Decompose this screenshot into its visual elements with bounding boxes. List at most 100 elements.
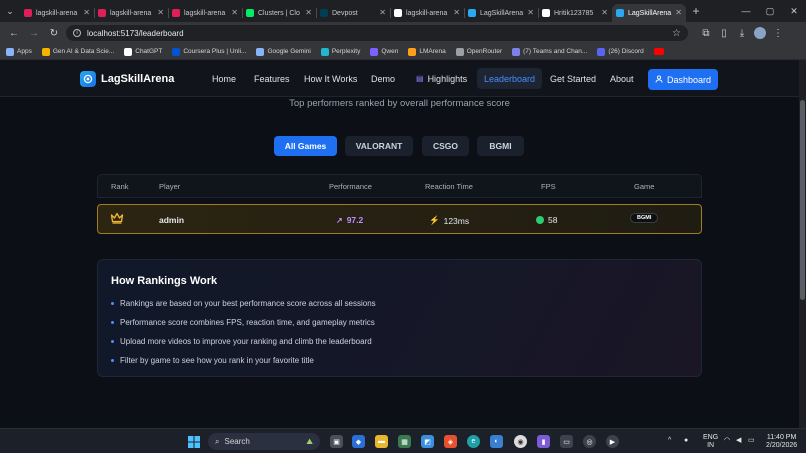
browser-tab[interactable]: LagSkillArena ✕ xyxy=(612,4,686,22)
app-icon xyxy=(616,9,624,17)
site-info-icon[interactable]: i xyxy=(73,29,81,37)
browser-tab[interactable]: lagskill-arena ✕ xyxy=(390,4,464,22)
extensions-icon[interactable]: ⧉ xyxy=(698,25,714,41)
nav-about[interactable]: About xyxy=(604,68,640,89)
maximize-icon[interactable]: ▢ xyxy=(758,6,782,17)
nav-demo[interactable]: Demo xyxy=(365,68,401,89)
close-tab-icon[interactable]: ✕ xyxy=(305,8,312,17)
bookmark-item[interactable]: OpenRouter xyxy=(455,47,502,56)
app-icon[interactable]: ◎ xyxy=(583,435,596,448)
bookmark-item[interactable]: Apps xyxy=(6,47,32,56)
taskbar-search[interactable]: ⌕ Search ⛰ xyxy=(208,433,320,450)
list-item: Filter by game to see how you rank in yo… xyxy=(111,351,376,370)
store-icon[interactable]: ▦ xyxy=(398,435,411,448)
fps-status-icon xyxy=(536,216,544,224)
filter-all-games[interactable]: All Games xyxy=(274,136,337,156)
nav-leaderboard[interactable]: Leaderboard xyxy=(477,68,543,89)
slack-icon xyxy=(24,9,32,17)
browser-tab[interactable]: Hritik123785 ✕ xyxy=(538,4,612,22)
tab-search-chevron-icon[interactable]: ⌄ xyxy=(0,0,20,22)
youtube-icon[interactable] xyxy=(653,48,664,55)
bookmark-item[interactable]: Perplexity xyxy=(320,47,360,56)
language-indicator[interactable]: ENG IN xyxy=(703,434,718,450)
sidebar-icon[interactable]: ▯ xyxy=(716,25,732,41)
brave-icon[interactable]: ◈ xyxy=(444,435,457,448)
media-player-icon[interactable]: ▶ xyxy=(606,435,619,448)
bookmark-item[interactable]: ChatGPT xyxy=(124,47,162,56)
edge-icon[interactable]: e xyxy=(467,435,480,448)
bookmark-star-icon[interactable]: ☆ xyxy=(672,28,681,39)
nav-features[interactable]: Features xyxy=(248,68,296,89)
close-tab-icon[interactable]: ✕ xyxy=(157,8,164,17)
table-row[interactable]: admin ↗ 97.2 ⚡ 123ms 58 BGMI xyxy=(97,204,702,234)
mic-icon[interactable]: ● xyxy=(684,437,688,445)
date: 2/20/2026 xyxy=(766,442,798,449)
site-logo[interactable]: LagSkillArena xyxy=(80,71,174,87)
close-tab-icon[interactable]: ✕ xyxy=(83,8,90,17)
tab-label: lagskill-arena xyxy=(406,9,448,17)
browser-tab[interactable]: Clusters | Clo ✕ xyxy=(242,4,316,22)
tray-chevron-icon[interactable]: ^ xyxy=(668,437,671,445)
browser-tab-strip: ⌄ lagskill-arena ✕ lagskill-arena ✕ lagskill… xyxy=(0,0,806,22)
close-tab-icon[interactable]: ✕ xyxy=(453,8,460,17)
vscode-icon[interactable]: ◆ xyxy=(352,435,365,448)
dashboard-button[interactable]: Dashboard xyxy=(648,69,718,90)
site-navbar: LagSkillArena Home Features How It Works… xyxy=(0,60,799,97)
browser-tab[interactable]: Devpost ✕ xyxy=(316,4,390,22)
filter-bgmi[interactable]: BGMI xyxy=(477,136,524,156)
terminal-icon[interactable]: ▭ xyxy=(560,435,573,448)
browser-tab[interactable]: lagskill-arena ✕ xyxy=(20,4,94,22)
app-icon[interactable]: ◩ xyxy=(421,435,434,448)
bookmark-item[interactable]: (26) Discord xyxy=(597,47,644,56)
reload-icon[interactable]: ↻ xyxy=(46,25,62,41)
nav-home[interactable]: Home xyxy=(206,68,242,89)
back-icon[interactable]: ← xyxy=(6,25,22,41)
forward-icon[interactable]: → xyxy=(26,25,42,41)
close-window-icon[interactable]: ✕ xyxy=(782,6,806,17)
bookmark-item[interactable]: Gen AI & Data Scie... xyxy=(41,47,114,56)
tab-label: LagSkillArena xyxy=(628,9,672,17)
table-header: Rank Player Performance Reaction Time FP… xyxy=(97,174,702,198)
chrome-icon[interactable]: ◉ xyxy=(514,435,527,448)
task-view-icon[interactable]: ▣ xyxy=(330,435,343,448)
close-tab-icon[interactable]: ✕ xyxy=(601,8,608,17)
copilot-icon[interactable]: ◐ xyxy=(490,435,503,448)
close-tab-icon[interactable]: ✕ xyxy=(527,8,534,17)
close-tab-icon[interactable]: ✕ xyxy=(231,8,238,17)
profile-avatar-icon[interactable] xyxy=(752,25,768,41)
app-icon[interactable]: ▮ xyxy=(537,435,550,448)
close-tab-icon[interactable]: ✕ xyxy=(379,8,386,17)
clock[interactable]: 11:40 PM 2/20/2026 xyxy=(766,434,797,450)
browser-tab[interactable]: lagskill-arena ✕ xyxy=(94,4,168,22)
bookmark-item[interactable]: Google Gemini xyxy=(256,47,311,56)
file-explorer-icon[interactable]: ▬ xyxy=(375,435,388,448)
bookmark-item[interactable]: LMArena xyxy=(408,47,446,56)
nav-how-it-works[interactable]: How It Works xyxy=(298,68,363,89)
close-tab-icon[interactable]: ✕ xyxy=(675,8,682,17)
bookmark-item[interactable]: (7) Teams and Chan... xyxy=(512,47,587,56)
bookmark-item[interactable]: Qwen xyxy=(370,47,398,56)
windows-start-icon[interactable] xyxy=(187,435,200,448)
browser-tab[interactable]: lagskill-arena ✕ xyxy=(168,4,242,22)
url-bar[interactable]: i localhost:5173/leaderboard ☆ xyxy=(66,25,688,41)
download-icon[interactable]: ⤓ xyxy=(734,25,750,41)
nav-get-started[interactable]: Get Started xyxy=(544,68,602,89)
scrollbar-thumb[interactable] xyxy=(800,100,805,300)
nav-highlights[interactable]: ▤ Highlights xyxy=(410,68,473,89)
volume-icon[interactable]: ◀ xyxy=(736,437,741,445)
minimize-icon[interactable]: — xyxy=(734,6,758,17)
menu-dots-icon[interactable]: ⋮ xyxy=(770,25,786,41)
new-tab-button[interactable]: + xyxy=(686,0,706,22)
browser-tab[interactable]: LagSkillArena ✕ xyxy=(464,4,538,22)
page-scrollbar[interactable] xyxy=(799,60,806,428)
performance-value: 97.2 xyxy=(346,215,364,225)
user-icon xyxy=(655,74,663,85)
filter-valorant[interactable]: VALORANT xyxy=(345,136,413,156)
filter-csgo[interactable]: CSGO xyxy=(422,136,469,156)
battery-icon[interactable]: ▭ xyxy=(748,437,755,445)
slack-icon xyxy=(98,9,106,17)
col-game: Game xyxy=(634,182,655,191)
bookmark-item[interactable]: Coursera Plus | Unli... xyxy=(172,47,246,56)
wifi-icon[interactable]: ◠ xyxy=(724,437,730,445)
leaderboard-table: Rank Player Performance Reaction Time FP… xyxy=(97,174,702,234)
